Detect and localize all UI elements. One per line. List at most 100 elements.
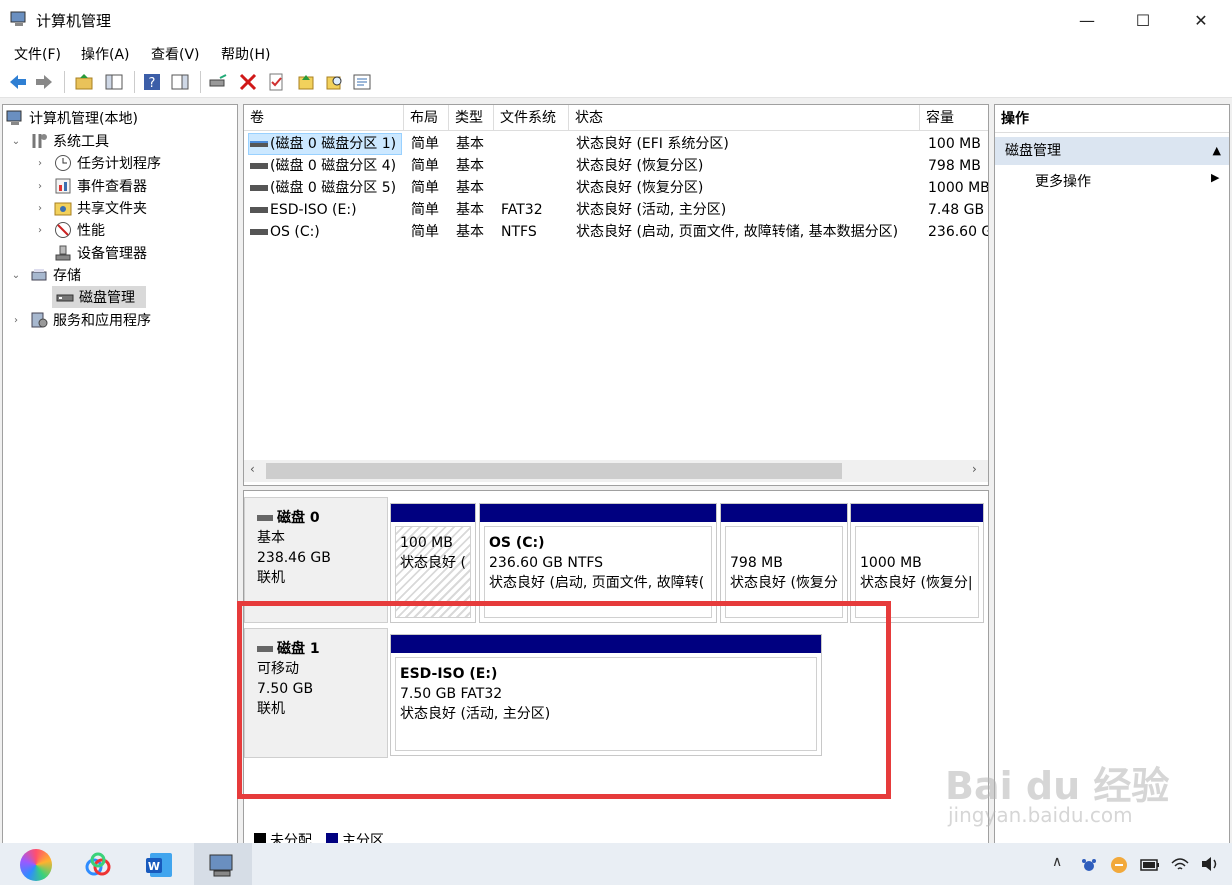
partition-bar	[391, 504, 475, 522]
submenu-arrow-icon[interactable]: ▶	[1211, 171, 1219, 184]
horizontal-scrollbar[interactable]: ‹ ›	[244, 460, 988, 482]
volume-icon	[250, 207, 268, 213]
shared-folder-icon	[54, 202, 72, 216]
table-cell-filesystem: FAT32	[501, 202, 543, 218]
table-cell-status: 状态良好 (恢复分区)	[576, 180, 704, 196]
tree-item-services[interactable]: › 服务和应用程序	[10, 309, 151, 331]
column-header-status[interactable]: 状态	[569, 105, 920, 131]
collapse-up-icon[interactable]: ▲	[1213, 137, 1221, 165]
tree-item-label: 磁盘管理	[79, 290, 135, 306]
open-folder-icon[interactable]	[296, 72, 316, 92]
chevron-up-icon[interactable]: ∧	[1052, 854, 1062, 870]
forward-arrow-icon[interactable]	[34, 72, 54, 92]
column-header-capacity[interactable]: 容量	[920, 105, 988, 131]
tree-item-shared-folders[interactable]: › 共享文件夹	[34, 197, 147, 219]
show-hide-tree-icon[interactable]	[104, 72, 124, 92]
word-app-icon[interactable]: W	[144, 849, 176, 881]
cloud-drive-app-icon[interactable]	[82, 849, 114, 881]
tree-item-system-tools[interactable]: ⌄ 系统工具	[10, 130, 109, 152]
tree-item-label: 存储	[53, 268, 81, 284]
chevron-right-icon[interactable]: ›	[10, 315, 22, 326]
tree-item-label: 任务计划程序	[77, 156, 161, 172]
battery-icon[interactable]	[1140, 858, 1160, 872]
services-icon	[31, 312, 48, 328]
disk-drive-icon	[257, 515, 273, 521]
chevron-right-icon[interactable]: ›	[34, 158, 46, 169]
list-view-icon[interactable]	[352, 72, 372, 92]
menu-action[interactable]: 操作(A)	[81, 44, 130, 64]
table-cell-layout: 简单	[411, 136, 439, 152]
column-header-volume[interactable]: 卷	[244, 105, 404, 131]
column-header-layout[interactable]: 布局	[404, 105, 449, 131]
back-arrow-icon[interactable]	[8, 72, 28, 92]
table-cell-layout: 简单	[411, 158, 439, 174]
tree-item-label: 性能	[77, 223, 105, 239]
close-button[interactable]: ✕	[1172, 0, 1230, 40]
volume-icon	[250, 141, 268, 147]
table-cell-volume[interactable]: (磁盘 0 磁盘分区 1)	[270, 133, 402, 155]
actions-header: 操作	[995, 105, 1229, 133]
delete-icon[interactable]	[238, 72, 258, 92]
table-cell-status: 状态良好 (恢复分区)	[576, 158, 704, 174]
wifi-icon[interactable]	[1170, 855, 1190, 873]
actions-section-disk-management[interactable]: 磁盘管理 ▲	[995, 137, 1229, 165]
table-cell-status: 状态良好 (EFI 系统分区)	[576, 136, 729, 152]
menu-file[interactable]: 文件(F)	[14, 44, 61, 64]
storage-icon	[31, 269, 47, 281]
tree-item-device-manager[interactable]: 设备管理器	[54, 242, 147, 264]
search-folder-icon[interactable]	[324, 72, 344, 92]
maximize-button[interactable]: ☐	[1114, 0, 1172, 40]
baidu-tray-icon[interactable]	[1080, 856, 1098, 874]
tree-item-root[interactable]: 计算机管理(本地)	[6, 107, 138, 129]
table-cell-type: 基本	[456, 202, 484, 218]
taskbar	[0, 843, 1232, 885]
volume-icon[interactable]	[1200, 855, 1220, 873]
disk-0-name: 磁盘 0	[277, 510, 320, 526]
table-cell-capacity: 798 MB	[928, 158, 981, 174]
table-cell-volume[interactable]: OS (C:)	[270, 221, 402, 243]
tree-item-event-viewer[interactable]: › 事件查看器	[34, 175, 147, 197]
table-cell-status: 状态良好 (活动, 主分区)	[576, 202, 727, 218]
tree-item-task-scheduler[interactable]: › 任务计划程序	[34, 152, 161, 174]
connect-drive-icon[interactable]	[208, 72, 228, 92]
properties-icon[interactable]	[266, 72, 286, 92]
scroll-right-icon[interactable]: ›	[972, 462, 977, 476]
up-folder-icon[interactable]	[74, 72, 94, 92]
minimize-button[interactable]: —	[1058, 0, 1116, 40]
table-cell-type: 基本	[456, 136, 484, 152]
column-header-filesystem[interactable]: 文件系统	[494, 105, 569, 131]
computer-management-app-icon[interactable]	[206, 849, 238, 881]
partition-size: 236.60 GB NTFS	[489, 555, 604, 571]
actions-section-label: 磁盘管理	[1005, 143, 1061, 159]
tree-item-performance[interactable]: › 性能	[34, 219, 105, 241]
menu-help[interactable]: 帮助(H)	[221, 44, 270, 64]
show-hide-action-pane-icon[interactable]	[170, 72, 190, 92]
tree-item-disk-management[interactable]: 磁盘管理	[56, 286, 135, 308]
menu-view[interactable]: 查看(V)	[151, 44, 200, 64]
disk-0-size: 238.46 GB	[257, 550, 331, 566]
scroll-left-icon[interactable]: ‹	[250, 462, 255, 476]
chevron-down-icon[interactable]: ⌄	[10, 136, 22, 147]
tools-icon	[32, 134, 47, 148]
more-actions-item[interactable]: 更多操作	[1035, 171, 1091, 191]
chevron-right-icon[interactable]: ›	[34, 225, 46, 236]
tree-item-label: 系统工具	[53, 134, 109, 150]
chat-tray-icon[interactable]	[1110, 856, 1128, 874]
table-cell-layout: 简单	[411, 224, 439, 240]
table-cell-volume[interactable]: (磁盘 0 磁盘分区 4)	[270, 155, 402, 177]
chevron-down-icon[interactable]: ⌄	[10, 270, 22, 281]
help-icon[interactable]: ?	[142, 72, 162, 92]
disk-0-type: 基本	[257, 530, 285, 546]
table-cell-volume[interactable]: ESD-ISO (E:)	[270, 199, 402, 221]
chevron-right-icon[interactable]: ›	[34, 181, 46, 192]
table-cell-volume[interactable]: (磁盘 0 磁盘分区 5)	[270, 177, 402, 199]
partition-status: 状态良好 (恢复分|	[860, 575, 973, 591]
partition-status: 状态良好 (	[400, 555, 466, 571]
table-cell-type: 基本	[456, 180, 484, 196]
scrollbar-thumb[interactable]	[266, 463, 842, 479]
tree-item-storage[interactable]: ⌄ 存储	[10, 264, 81, 286]
partition-bar	[721, 504, 847, 522]
chevron-right-icon[interactable]: ›	[34, 203, 46, 214]
column-header-type[interactable]: 类型	[449, 105, 494, 131]
browser-app-icon[interactable]	[20, 849, 52, 881]
